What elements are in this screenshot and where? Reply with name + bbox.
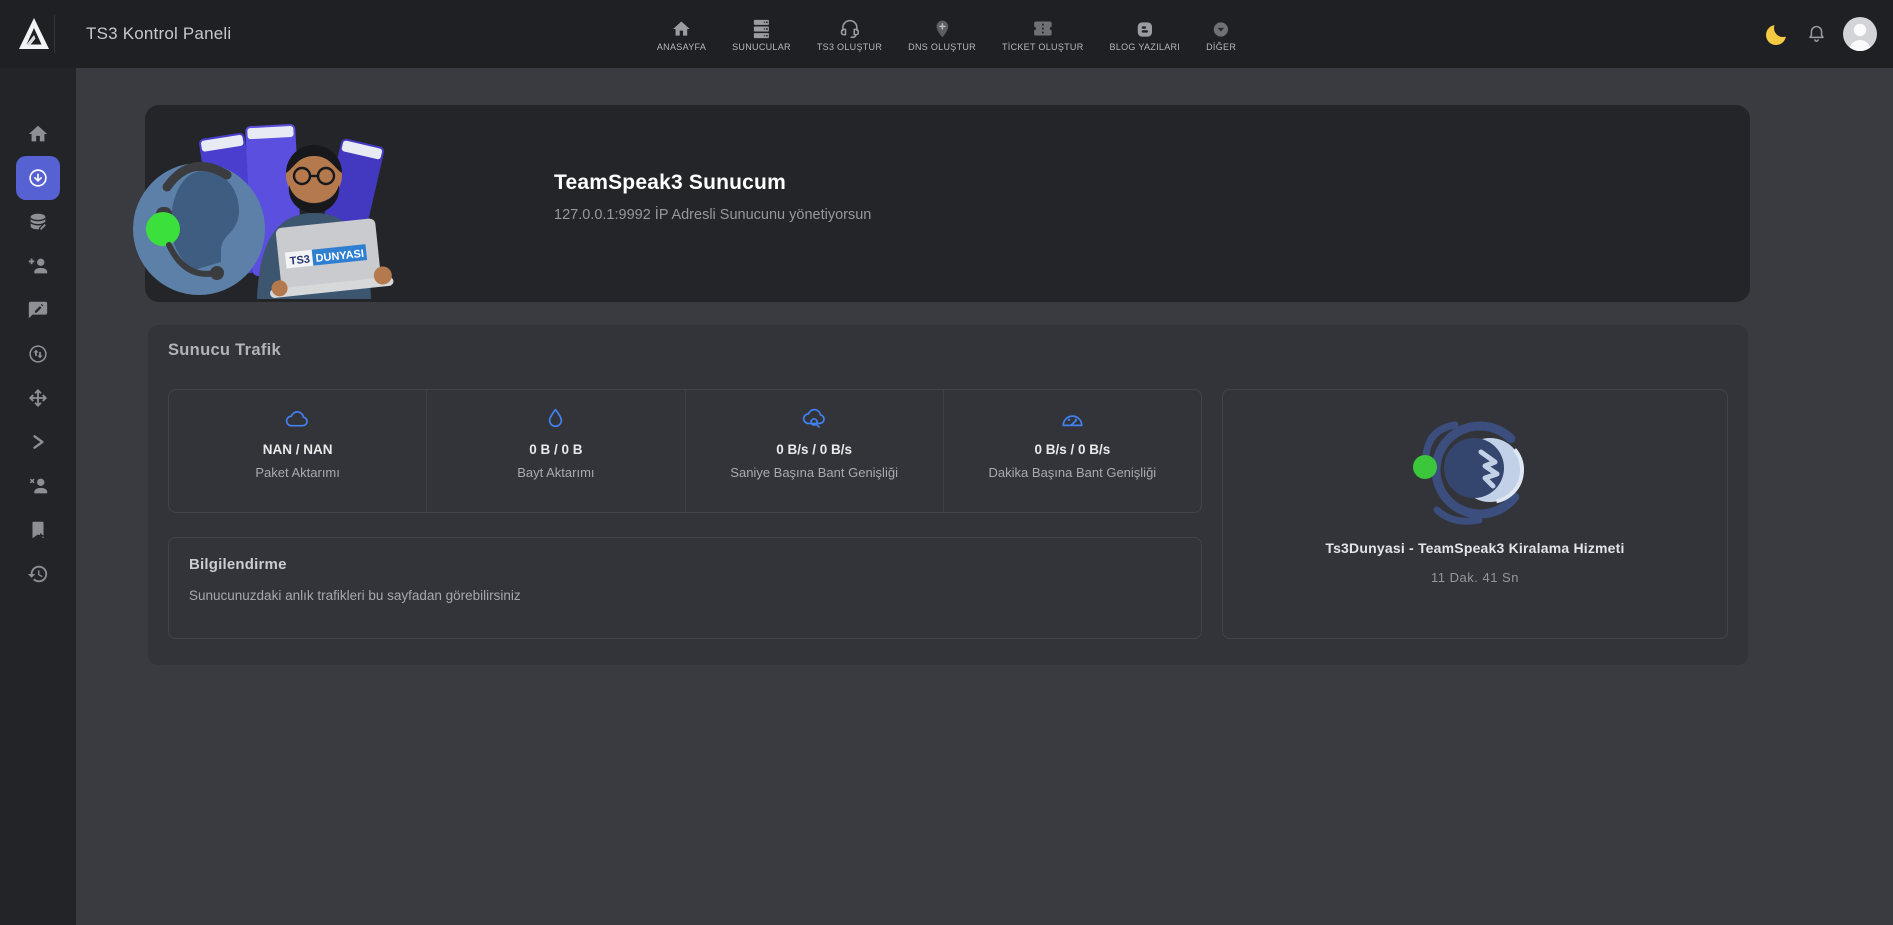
headset-icon (839, 17, 860, 39)
sidebar-item-add-user[interactable] (0, 244, 76, 288)
bell-icon (1806, 23, 1827, 45)
server-subtitle: 127.0.0.1:9992 İP Adresli Sunucunu yönet… (554, 207, 871, 223)
provider-card: Ts3Dunyasi - TeamSpeak3 Kiralama Hizmeti… (1222, 389, 1728, 639)
chevron-swoosh-icon (27, 431, 49, 453)
top-nav: ANASAYFA SUNUCULAR TS3 OLUŞTUR DNS OLUŞT… (657, 0, 1236, 68)
welcome-card: TS3 DUNYASI (145, 105, 1750, 302)
traffic-section-title: Sunucu Trafik (168, 341, 281, 360)
stat-value: 0 B / 0 B (529, 442, 582, 457)
home-icon (672, 17, 692, 39)
history-icon (27, 563, 49, 585)
sidebar-item-remove-user[interactable] (0, 464, 76, 508)
top-actions (1764, 0, 1877, 68)
welcome-text: TeamSpeak3 Sunucum 127.0.0.1:9992 İP Adr… (554, 171, 871, 223)
stat-byte-transfer: 0 B / 0 B Bayt Aktarımı (426, 390, 684, 512)
sidebar-item-bookmark-plus[interactable] (0, 508, 76, 552)
traffic-stats-card: NAN / NAN Paket Aktarımı 0 B / 0 B Bayt … (168, 389, 1202, 513)
brand-divider (54, 15, 55, 53)
sidebar-item-home[interactable] (0, 112, 76, 156)
server-title: TeamSpeak3 Sunucum (554, 171, 871, 195)
database-edit-icon (27, 211, 49, 233)
triangle-logo-icon (18, 17, 50, 51)
provider-name: Ts3Dunyasi - TeamSpeak3 Kiralama Hizmeti (1325, 540, 1624, 556)
message-edit-icon (27, 299, 49, 321)
water-drop-icon (542, 406, 569, 433)
provider-uptime: 11 Dak. 41 Sn (1431, 570, 1519, 585)
sidebar-item-history[interactable] (0, 552, 76, 596)
sidebar-item-move[interactable] (0, 376, 76, 420)
stat-value: 0 B/s / 0 B/s (1034, 442, 1110, 457)
chevron-down-circle-icon (1212, 17, 1231, 39)
nav-item-diger[interactable]: DİĞER (1206, 17, 1236, 52)
moon-icon (1764, 21, 1790, 47)
swap-vertical-circle-icon (27, 343, 49, 365)
nav-item-sunucular[interactable]: SUNUCULAR (732, 17, 791, 52)
stat-value: 0 B/s / 0 B/s (776, 442, 852, 457)
traffic-panel: Sunucu Trafik NAN / NAN Paket Aktarımı 0… (148, 325, 1748, 665)
stat-label: Bayt Aktarımı (517, 465, 594, 480)
home-icon (27, 123, 49, 145)
stat-label: Paket Aktarımı (255, 465, 340, 480)
cursor-move-icon (27, 387, 49, 409)
sidebar-item-swap-vertical[interactable] (0, 332, 76, 376)
theme-toggle-button[interactable] (1764, 21, 1790, 47)
cloud-icon (284, 406, 311, 433)
stat-value: NAN / NAN (263, 442, 333, 457)
nav-item-dns-olustur[interactable]: DNS OLUŞTUR (908, 17, 976, 52)
stat-label: Dakika Başına Bant Genişliği (989, 465, 1157, 480)
sidebar-item-chevron[interactable] (0, 420, 76, 464)
ts3-control-panel: TS3 Kontrol Paneli ANASAYFA SUNUCULAR TS… (0, 0, 1893, 925)
stat-bandwidth-second: 0 B/s / 0 B/s Saniye Başına Bant Genişli… (685, 390, 943, 512)
nav-item-ts3-olustur[interactable]: TS3 OLUŞTUR (817, 17, 882, 52)
map-marker-plus-icon (932, 17, 952, 39)
ticket-icon (1032, 17, 1053, 39)
arrow-down-circle-icon (27, 167, 49, 189)
blogger-icon (1135, 17, 1154, 39)
ts3dunyasi-logo (1395, 412, 1555, 534)
user-avatar[interactable] (1843, 17, 1877, 51)
notifications-button[interactable] (1806, 23, 1827, 45)
stat-label: Saniye Başına Bant Genişliği (730, 465, 898, 480)
stat-bandwidth-minute: 0 B/s / 0 B/s Dakika Başına Bant Genişli… (943, 390, 1201, 512)
app-title: TS3 Kontrol Paneli (86, 0, 231, 68)
sidebar-item-database-edit[interactable] (0, 200, 76, 244)
main-content: TS3 DUNYASI (76, 68, 1893, 925)
info-title: Bilgilendirme (189, 556, 1181, 573)
sidebar-item-message-edit[interactable] (0, 288, 76, 332)
account-remove-icon (27, 475, 49, 497)
server-stack-icon (751, 17, 771, 39)
laptop-label-ts3: TS3 (289, 254, 310, 268)
bookmark-plus-icon (27, 519, 49, 541)
nav-item-anasayfa[interactable]: ANASAYFA (657, 17, 706, 52)
person-silhouette-icon (1843, 17, 1877, 51)
account-plus-icon (27, 255, 49, 277)
top-bar: TS3 Kontrol Paneli ANASAYFA SUNUCULAR TS… (0, 0, 1893, 68)
nav-item-ticket-olustur[interactable]: TİCKET OLUŞTUR (1002, 17, 1084, 52)
info-card: Bilgilendirme Sunucunuzdaki anlık trafik… (168, 537, 1202, 639)
sidebar-item-downloads-active[interactable] (0, 156, 76, 200)
nav-item-blog-yazilari[interactable]: BLOG YAZILARI (1110, 17, 1181, 52)
brand (18, 0, 50, 68)
info-text: Sunucunuzdaki anlık trafikleri bu sayfad… (189, 588, 1181, 603)
sidebar (0, 68, 76, 925)
stat-packet-transfer: NAN / NAN Paket Aktarımı (169, 390, 426, 512)
gauge-icon (1059, 406, 1086, 433)
cloud-search-icon (801, 406, 828, 433)
support-illustration: TS3 DUNYASI (129, 111, 431, 299)
